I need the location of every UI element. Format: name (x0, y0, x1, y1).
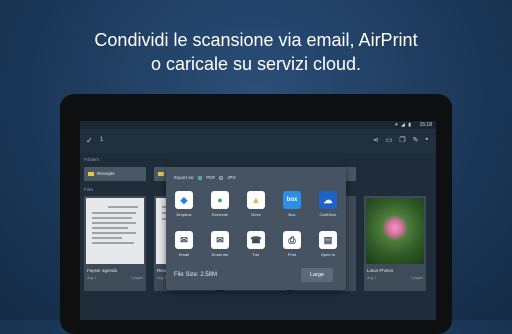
move-icon[interactable]: ▭ (386, 136, 393, 144)
dropbox-icon: ◆ (175, 191, 193, 209)
file-name: Fayser agenda (87, 268, 118, 273)
onedrive-icon: ☁ (319, 191, 337, 209)
share-email[interactable]: ✉ Email (168, 231, 200, 257)
app-label: Fax (252, 252, 260, 257)
promo-headline: Condividi le scansione via email, AirPri… (0, 28, 512, 76)
folder-icon (88, 171, 94, 176)
toolbar-actions: ⋖ ▭ ❐ ✎ ▪ (373, 136, 428, 144)
export-dialog: Export as: PDF JPG ◆ Dropbox ● Evernote … (166, 167, 346, 290)
share-open-in[interactable]: ▤ Open in (312, 231, 344, 257)
lotus-photo-thumbnail (366, 198, 424, 264)
headline-line-1: Condividi le scansione via email, AirPri… (94, 30, 418, 50)
app-label: OneDrive (319, 212, 337, 217)
evernote-icon: ● (211, 191, 229, 209)
doc-line (92, 237, 122, 239)
box-icon: box (283, 191, 301, 209)
status-bar: ▾ ◢ ▮ 15:18 (80, 121, 436, 129)
fax-icon: ☎ (247, 231, 265, 249)
share-icon[interactable]: ⋖ (373, 136, 379, 144)
pdf-label: PDF (206, 175, 216, 180)
export-format-row: Export as: PDF JPG (174, 175, 236, 180)
doc-line (92, 242, 134, 244)
print-icon: ⎙ (283, 231, 301, 249)
share-onedrive[interactable]: ☁ OneDrive (312, 191, 344, 217)
app-label: Email me (211, 252, 229, 257)
doc-line (92, 232, 136, 234)
file-pages: 1 pages (130, 276, 143, 280)
status-time: 15:18 (419, 122, 432, 128)
app-label: Open in (320, 252, 335, 257)
headline-line-2: o caricale su servizi cloud. (150, 54, 362, 74)
app-label: Email (178, 252, 189, 257)
doc-line (92, 217, 132, 219)
status-icons: ▾ ◢ ▮ (395, 122, 412, 128)
app-label: Evernote (211, 212, 228, 217)
document-thumbnail (86, 198, 144, 264)
app-label: Box (288, 212, 296, 217)
share-evernote[interactable]: ● Evernote (204, 191, 236, 217)
drive-icon: ▲ (247, 191, 265, 209)
file-card[interactable]: Fayser agenda Aug 1 1 pages (84, 196, 146, 291)
size-large-button[interactable]: Large (301, 268, 333, 282)
file-size-label: File Size: 2.58M (174, 272, 218, 278)
export-label: Export as: (174, 175, 195, 180)
selection-count: 1 (100, 137, 104, 143)
file-date: Aug 1 (157, 276, 167, 280)
email-icon: ✉ (175, 231, 193, 249)
folder-name: Receipts (97, 171, 115, 176)
edit-icon[interactable]: ✎ (413, 136, 419, 144)
files-section-label: Files (84, 187, 94, 192)
delete-icon[interactable]: ▪ (426, 136, 428, 144)
file-date: Aug 1 (87, 276, 97, 280)
app-label: Dropbox (176, 212, 192, 217)
app-label: Print (287, 252, 297, 257)
share-drive[interactable]: ▲ Drive (240, 191, 272, 217)
open-in-icon: ▤ (319, 231, 337, 249)
folder-icon (158, 171, 164, 176)
doc-line (92, 227, 128, 229)
doc-line (92, 222, 136, 224)
toolbar: ✓ 1 ⋖ ▭ ❐ ✎ ▪ (80, 129, 436, 153)
folder-item[interactable]: Receipts (84, 167, 146, 181)
check-icon[interactable]: ✓ (86, 136, 93, 145)
file-pages: 1 pages (410, 276, 423, 280)
copy-icon[interactable]: ❐ (399, 136, 405, 144)
share-box[interactable]: box Box (276, 191, 308, 217)
jpg-radio[interactable] (219, 175, 224, 180)
jpg-label: JPG (227, 175, 237, 180)
app-label: Drive (251, 212, 261, 217)
file-name: Lotus Photos (367, 268, 394, 273)
share-dropbox[interactable]: ◆ Dropbox (168, 191, 200, 217)
doc-line (108, 206, 138, 208)
file-date: Aug 1 (367, 276, 377, 280)
share-email-me[interactable]: ✉ Email me (204, 231, 236, 257)
file-card[interactable]: Lotus Photos Aug 1 1 pages (364, 196, 426, 291)
doc-line (92, 212, 136, 214)
pdf-radio[interactable] (198, 175, 203, 180)
share-fax[interactable]: ☎ Fax (240, 231, 272, 257)
share-print[interactable]: ⎙ Print (276, 231, 308, 257)
email-me-icon: ✉ (211, 231, 229, 249)
folders-section-label: Folders (84, 157, 100, 162)
